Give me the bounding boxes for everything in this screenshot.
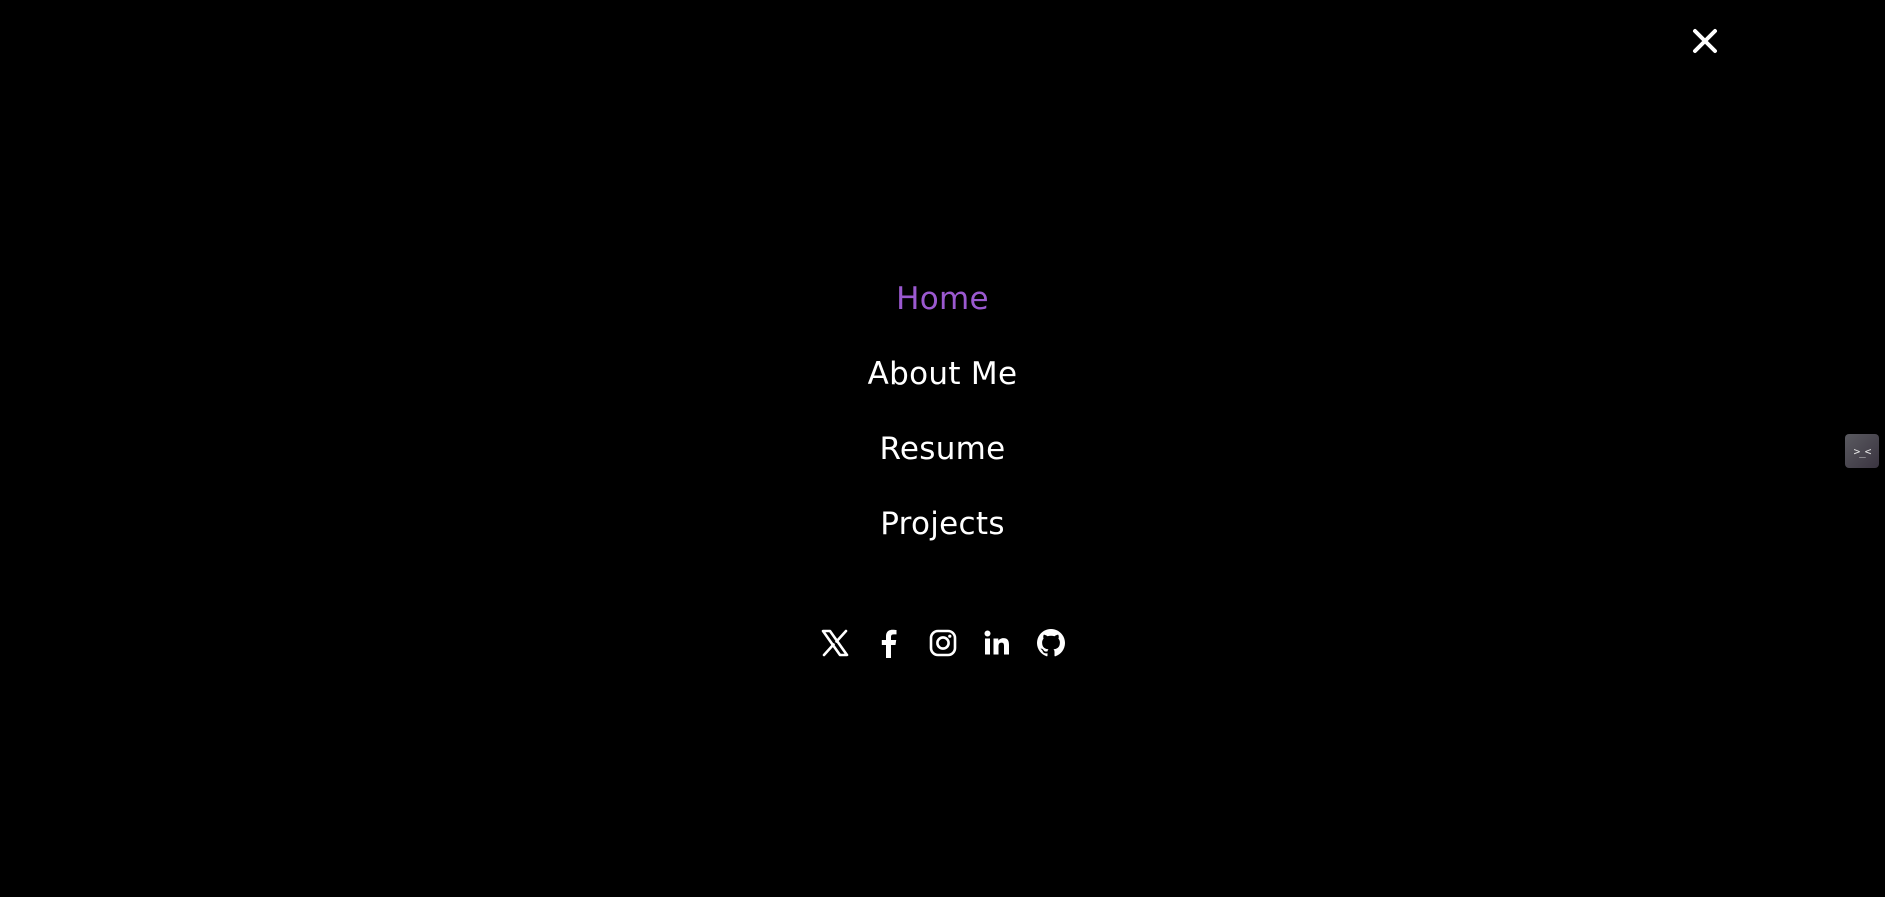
x-twitter-link[interactable] [818,626,852,660]
close-button[interactable] [1690,26,1720,56]
github-link[interactable] [1034,626,1068,660]
nav-item-projects[interactable]: Projects [880,487,1005,562]
side-widget-tab[interactable]: >_< [1845,434,1879,468]
nav-item-about-me[interactable]: About Me [868,337,1018,412]
emoticon-icon: >_< [1853,444,1872,458]
nav-item-resume[interactable]: Resume [879,412,1005,487]
linkedin-link[interactable] [980,626,1014,660]
x-twitter-icon [821,629,848,657]
main-nav: Home About Me Resume Projects [0,262,1885,562]
social-links [0,626,1885,660]
instagram-link[interactable] [926,626,960,660]
facebook-link[interactable] [872,626,906,660]
close-icon [1693,29,1717,53]
nav-item-home[interactable]: Home [896,262,989,337]
instagram-icon [929,629,956,657]
menu-overlay: Home About Me Resume Projects >_< [0,0,1885,897]
facebook-icon [881,629,896,658]
linkedin-icon [984,630,1009,655]
github-icon [1036,629,1065,657]
